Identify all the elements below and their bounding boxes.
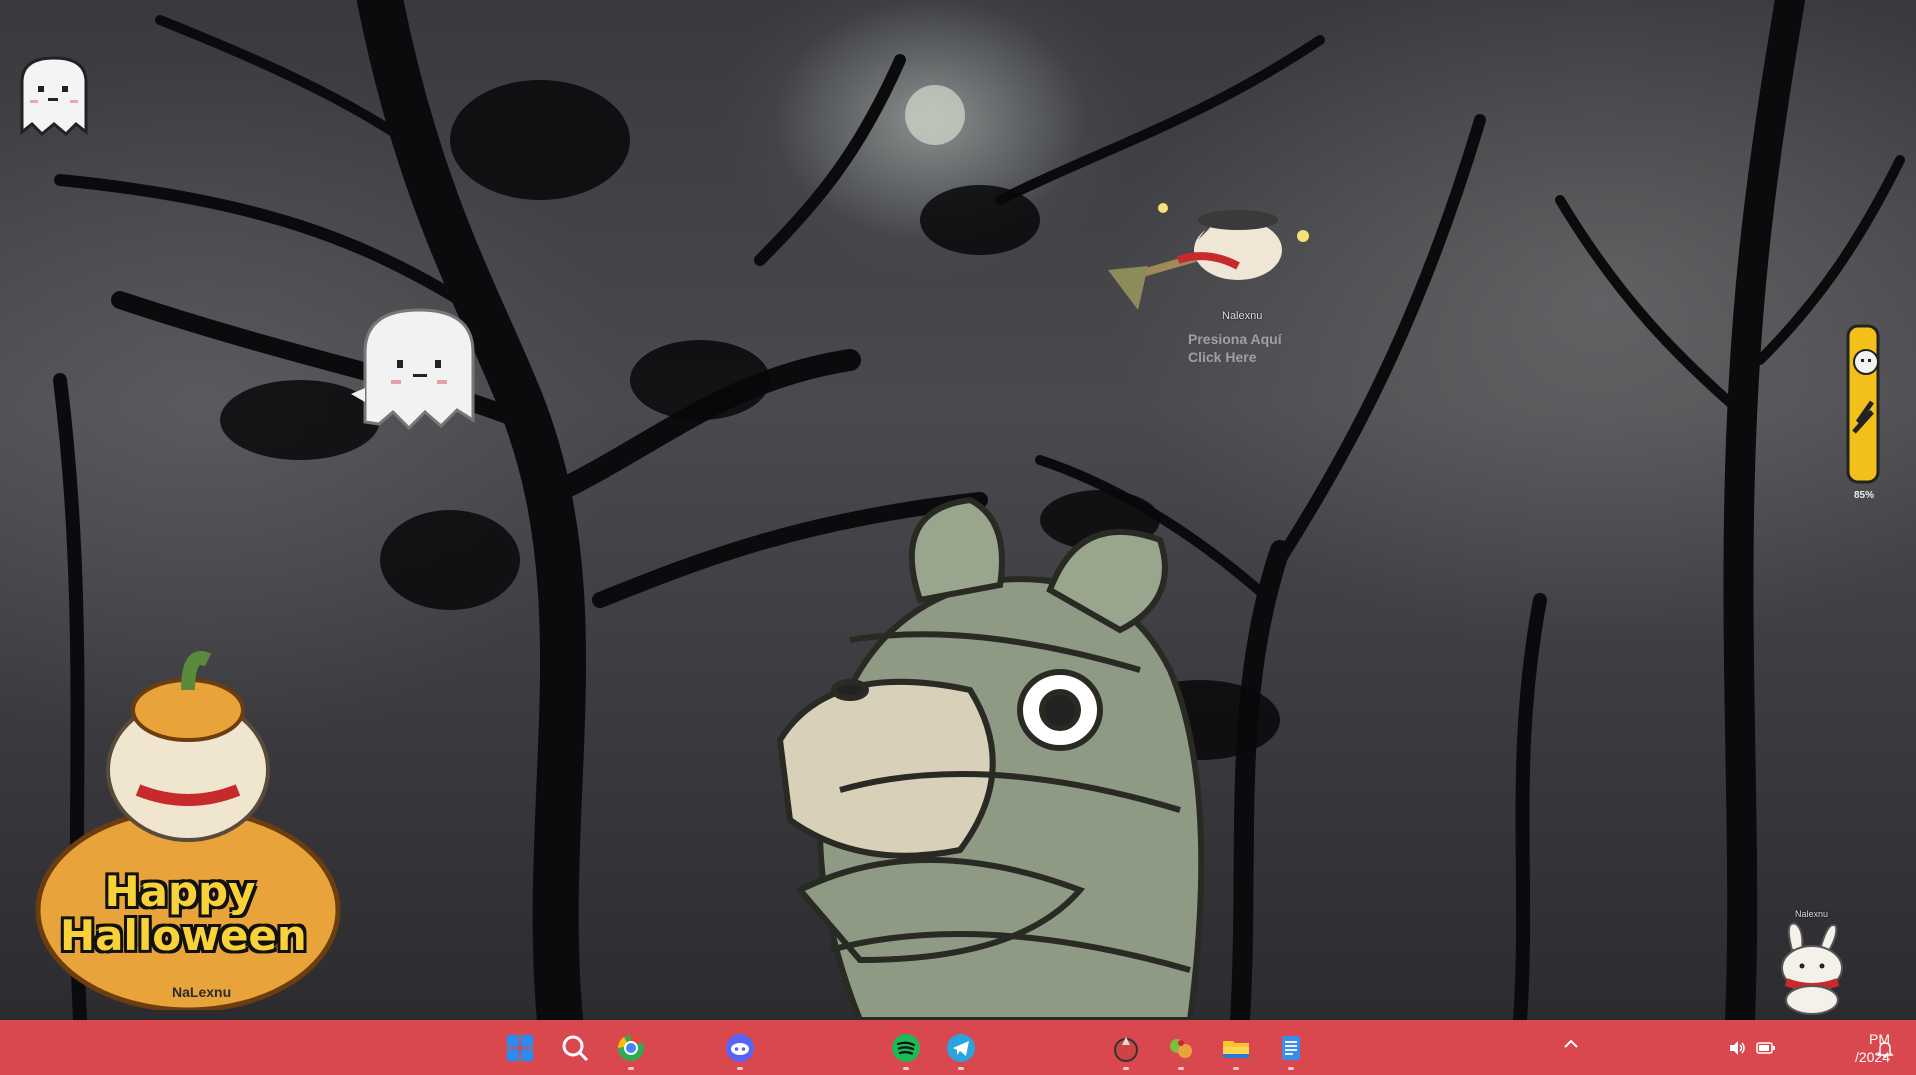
mummy-bunny-icon xyxy=(776,496,1205,1020)
volume-button[interactable] xyxy=(1728,1040,1746,1059)
discord-button[interactable] xyxy=(721,1029,759,1070)
notifications-button[interactable] xyxy=(1876,1040,1894,1061)
notepad-icon xyxy=(1282,1036,1300,1060)
battery-icon xyxy=(1756,1042,1775,1054)
ghost-icon[interactable] xyxy=(12,52,96,144)
notepad-button[interactable] xyxy=(1272,1029,1310,1070)
press-text-es: Presiona Aquí xyxy=(1188,331,1282,347)
discord-icon xyxy=(726,1034,754,1062)
speaker-icon xyxy=(1730,1041,1745,1055)
running-indicator xyxy=(628,1067,634,1070)
battery-percent: 85% xyxy=(1853,490,1874,501)
battery-button[interactable] xyxy=(1756,1041,1776,1058)
telegram-icon xyxy=(947,1034,975,1062)
spotify-icon xyxy=(892,1034,920,1062)
chrome-button[interactable] xyxy=(612,1029,650,1070)
spotify-button[interactable] xyxy=(887,1029,925,1070)
bunny-pet-icon[interactable] xyxy=(1764,920,1856,1015)
bunny-name-label: Nalexnu xyxy=(1795,909,1829,919)
chrome-icon xyxy=(617,1035,644,1061)
desktop: Nalexnu Presiona Aquí Click Here Happy H… xyxy=(0,0,1916,1020)
show-hidden-icons-button[interactable] xyxy=(1562,1035,1580,1058)
running-indicator xyxy=(1233,1067,1239,1070)
running-indicator xyxy=(958,1067,964,1070)
app-b-button[interactable] xyxy=(1162,1029,1200,1070)
search-button[interactable] xyxy=(556,1029,594,1067)
game-icon xyxy=(1170,1039,1192,1058)
chevron-up-icon xyxy=(1564,1039,1578,1048)
file-explorer-button[interactable] xyxy=(1217,1029,1255,1070)
start-button[interactable] xyxy=(501,1029,539,1067)
running-indicator xyxy=(1178,1067,1184,1070)
search-icon xyxy=(562,1035,589,1062)
pixel-ghost-icon[interactable] xyxy=(345,302,491,434)
halloween-signature: NaLexnu xyxy=(172,984,232,1000)
happy-halloween-text: Happy Halloween xyxy=(60,867,307,960)
app-a-button[interactable] xyxy=(1107,1029,1145,1070)
witch-bunny-icon[interactable] xyxy=(1108,170,1328,320)
running-indicator xyxy=(903,1067,909,1070)
bell-icon xyxy=(1876,1042,1894,1058)
pet-name-label: Nalexnu xyxy=(1222,310,1263,322)
telegram-button[interactable] xyxy=(942,1029,980,1070)
click-here-label[interactable]: Presiona Aquí Click Here xyxy=(1188,330,1282,366)
folder-icon xyxy=(1223,1041,1249,1058)
battery-widget-icon[interactable] xyxy=(1844,322,1884,488)
running-indicator xyxy=(1288,1067,1294,1070)
windows-logo-icon xyxy=(507,1035,533,1061)
halloween-line-2: Halloween xyxy=(60,911,307,960)
app-icon xyxy=(1114,1037,1138,1062)
running-indicator xyxy=(737,1067,743,1070)
halloween-line-1: Happy xyxy=(104,867,256,916)
press-text-en: Click Here xyxy=(1188,349,1257,365)
running-indicator xyxy=(1123,1067,1129,1070)
